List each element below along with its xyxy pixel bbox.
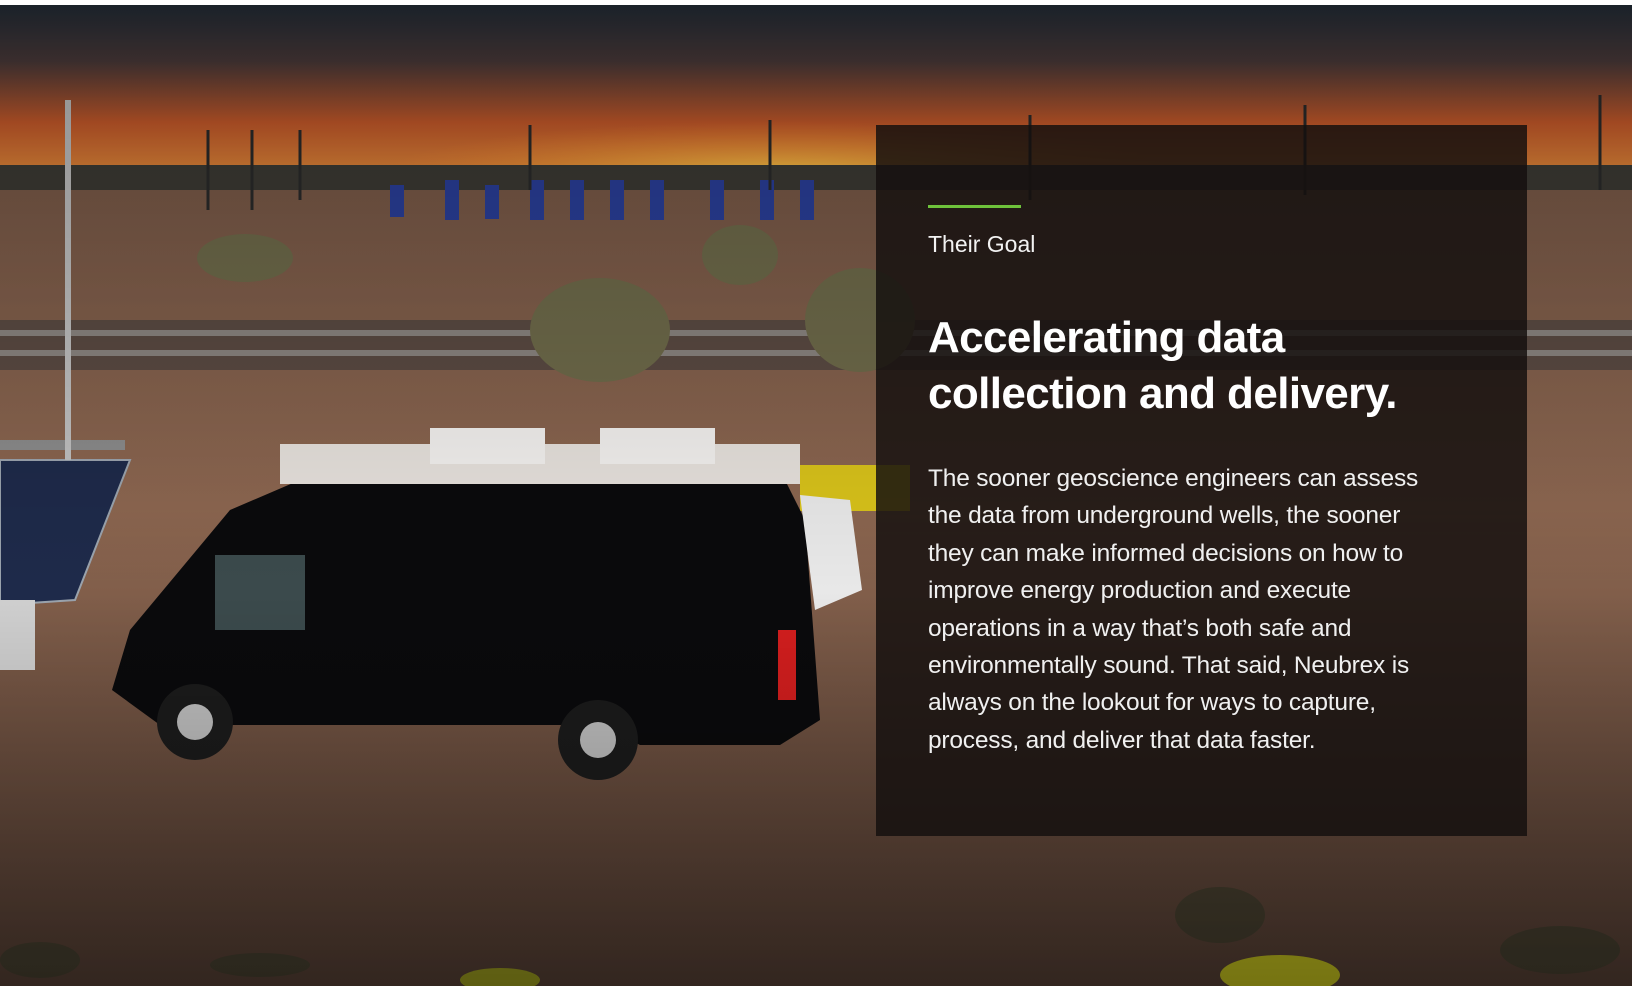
top-border <box>0 0 1632 5</box>
body-paragraph: The sooner geoscience engineers can asse… <box>928 465 1419 754</box>
headline: Accelerating data collection and deliver… <box>928 313 1398 418</box>
eyebrow-label: Their Goal <box>928 231 1036 257</box>
goal-card: Their Goal Accelerating data collection … <box>876 125 1527 836</box>
accent-line <box>928 205 1021 208</box>
hero-section: Their Goal Accelerating data collection … <box>0 0 1632 986</box>
